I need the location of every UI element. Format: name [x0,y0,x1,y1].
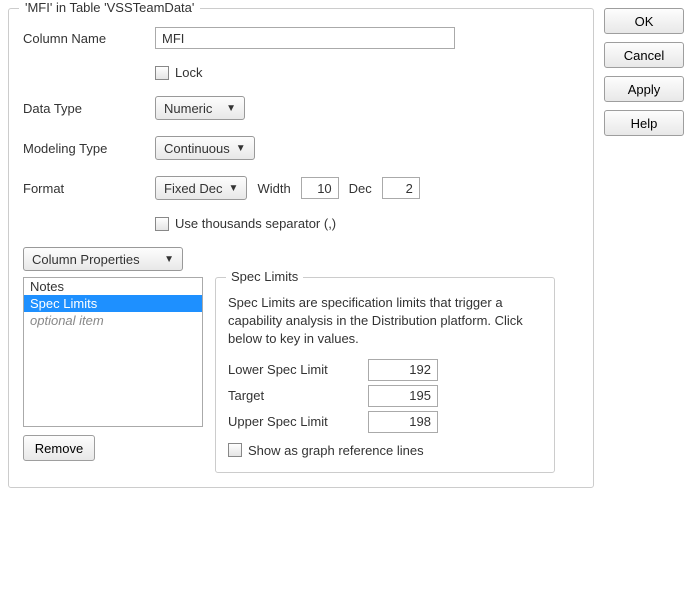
upper-spec-input[interactable] [368,411,438,433]
props-left: NotesSpec Limitsoptional item Remove [23,277,203,461]
column-info-group: 'MFI' in Table 'VSSTeamData' Column Name… [8,8,594,488]
thousands-checkbox-wrap[interactable]: Use thousands separator (,) [155,216,336,231]
show-ref-checkbox-wrap[interactable]: Show as graph reference lines [228,443,424,458]
column-properties-button[interactable]: Column Properties ▼ [23,247,183,271]
label-lower-spec: Lower Spec Limit [228,362,368,377]
data-type-value: Numeric [164,101,212,116]
format-select[interactable]: Fixed Dec ▼ [155,176,247,200]
row-format: Format Fixed Dec ▼ Width Dec [23,176,579,200]
column-properties-label: Column Properties [32,252,140,267]
group-title: 'MFI' in Table 'VSSTeamData' [19,0,200,15]
show-ref-label: Show as graph reference lines [248,443,424,458]
lock-label: Lock [175,65,202,80]
label-format: Format [23,181,145,196]
show-ref-checkbox[interactable] [228,443,242,457]
row-upper-spec: Upper Spec Limit [228,411,542,433]
label-target: Target [228,388,368,403]
ok-button[interactable]: OK [604,8,684,34]
list-item[interactable]: optional item [24,312,202,329]
chevron-down-icon: ▼ [164,254,174,265]
label-dec: Dec [349,181,372,196]
dialog-buttons: OK Cancel Apply Help [604,8,684,136]
row-thousands: Use thousands separator (,) [23,216,579,231]
chevron-down-icon: ▼ [229,183,239,194]
modeling-type-value: Continuous [164,141,230,156]
column-name-input[interactable] [155,27,455,49]
label-upper-spec: Upper Spec Limit [228,414,368,429]
row-col-props-btn: Column Properties ▼ [23,247,579,271]
list-item[interactable]: Notes [24,278,202,295]
row-target: Target [228,385,542,407]
label-column-name: Column Name [23,31,145,46]
spec-limits-group: Spec Limits Spec Limits are specificatio… [215,277,555,473]
list-item[interactable]: Spec Limits [24,295,202,312]
thousands-checkbox[interactable] [155,217,169,231]
dialog-root: 'MFI' in Table 'VSSTeamData' Column Name… [8,8,684,488]
label-modeling-type: Modeling Type [23,141,145,156]
chevron-down-icon: ▼ [226,103,236,114]
lower-spec-input[interactable] [368,359,438,381]
properties-listbox[interactable]: NotesSpec Limitsoptional item [23,277,203,427]
lock-checkbox[interactable] [155,66,169,80]
label-data-type: Data Type [23,101,145,116]
lock-checkbox-wrap[interactable]: Lock [155,65,202,80]
modeling-type-select[interactable]: Continuous ▼ [155,136,255,160]
row-modeling-type: Modeling Type Continuous ▼ [23,136,579,160]
target-input[interactable] [368,385,438,407]
remove-button[interactable]: Remove [23,435,95,461]
data-type-select[interactable]: Numeric ▼ [155,96,245,120]
spec-limits-title: Spec Limits [226,269,303,284]
lower-area: NotesSpec Limitsoptional item Remove Spe… [23,277,579,473]
cancel-button[interactable]: Cancel [604,42,684,68]
dec-input[interactable] [382,177,420,199]
thousands-label: Use thousands separator (,) [175,216,336,231]
row-column-name: Column Name [23,27,579,49]
row-data-type: Data Type Numeric ▼ [23,96,579,120]
width-input[interactable] [301,177,339,199]
label-width: Width [257,181,290,196]
row-lock: Lock [23,65,579,80]
spec-limits-description: Spec Limits are specification limits tha… [228,294,542,349]
help-button[interactable]: Help [604,110,684,136]
row-lower-spec: Lower Spec Limit [228,359,542,381]
chevron-down-icon: ▼ [236,143,246,154]
format-value: Fixed Dec [164,181,223,196]
apply-button[interactable]: Apply [604,76,684,102]
